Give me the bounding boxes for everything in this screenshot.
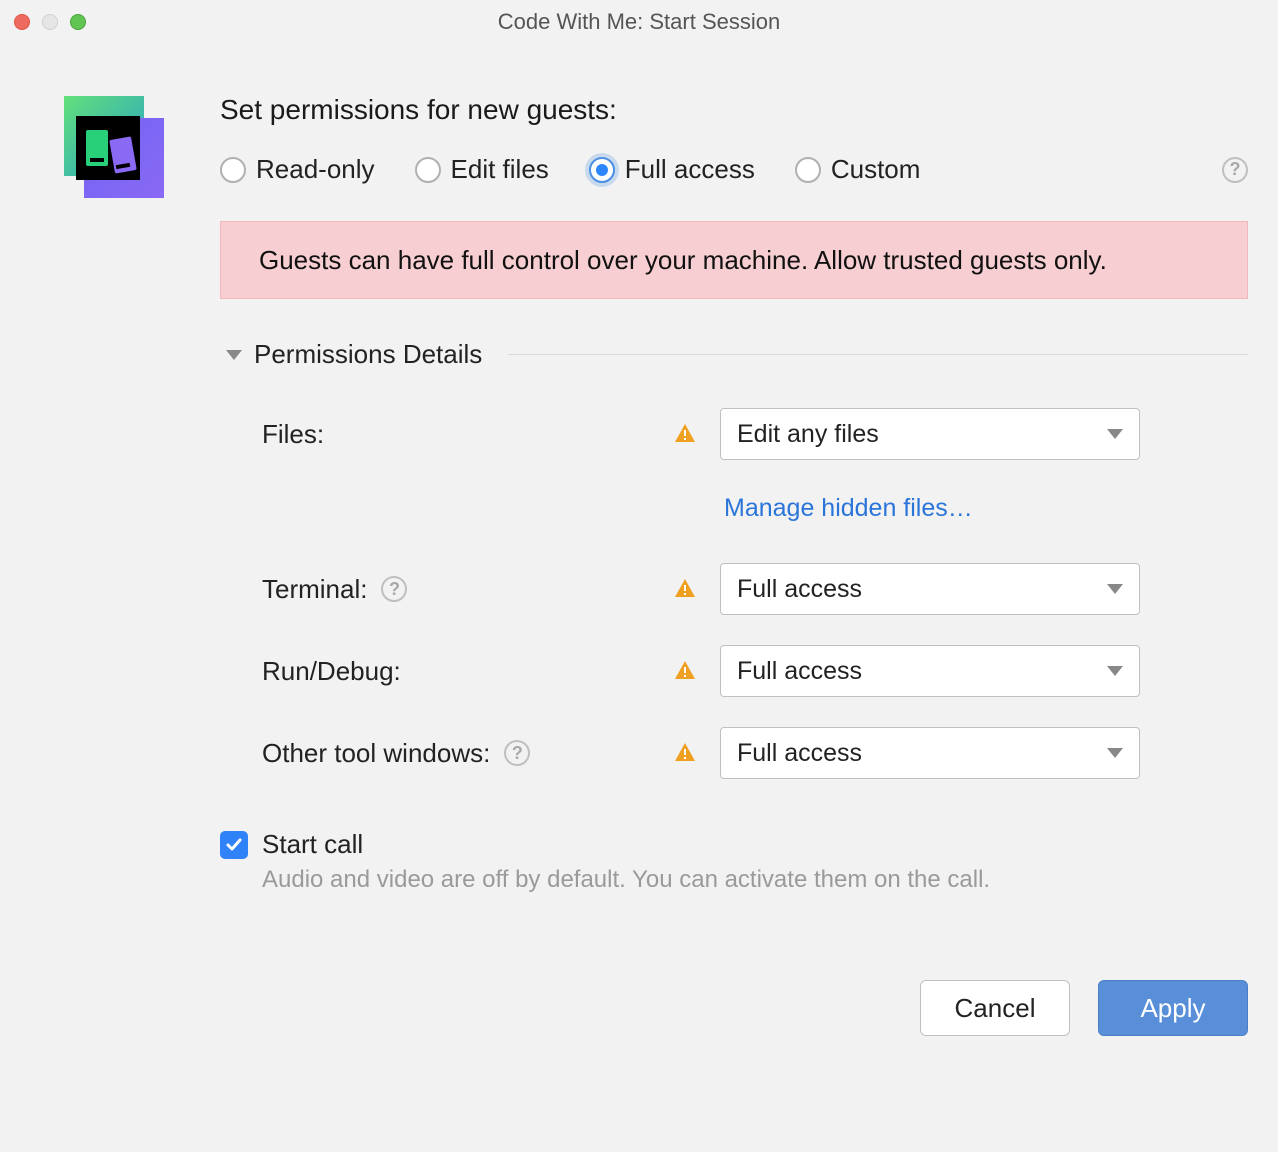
other-label-text: Other tool windows: (262, 738, 490, 769)
radio-icon (220, 157, 246, 183)
apply-button[interactable]: Apply (1098, 980, 1248, 1036)
chevron-down-icon (1107, 584, 1123, 594)
start-call-label: Start call (262, 829, 363, 860)
radio-icon (589, 157, 615, 183)
terminal-label: Terminal: ? (262, 574, 672, 605)
terminal-select[interactable]: Full access (720, 563, 1140, 615)
dialog-button-row: Cancel Apply (920, 980, 1248, 1036)
terminal-select-value: Full access (737, 575, 862, 604)
help-icon[interactable]: ? (504, 740, 530, 766)
radio-custom-label: Custom (831, 154, 921, 185)
radio-readonly-label: Read-only (256, 154, 375, 185)
radio-full-label: Full access (625, 154, 755, 185)
window-title: Code With Me: Start Session (0, 9, 1278, 35)
divider (508, 354, 1248, 355)
manage-hidden-files-link[interactable]: Manage hidden files… (724, 494, 973, 522)
radio-edit-files[interactable]: Edit files (415, 154, 549, 185)
code-with-me-icon (60, 94, 168, 202)
chevron-down-icon (1107, 429, 1123, 439)
titlebar: Code With Me: Start Session (0, 0, 1278, 44)
chevron-down-icon (226, 350, 242, 360)
rundebug-select-value: Full access (737, 657, 862, 686)
rundebug-select[interactable]: Full access (720, 645, 1140, 697)
radio-custom[interactable]: Custom (795, 154, 921, 185)
cancel-button[interactable]: Cancel (920, 980, 1070, 1036)
start-call-subtext: Audio and video are off by default. You … (220, 866, 1248, 894)
warning-icon (672, 577, 698, 601)
start-call-checkbox[interactable]: Start call (220, 829, 1248, 860)
permission-radio-group: Read-only Edit files Full access Custom … (220, 154, 1248, 185)
other-tool-windows-label: Other tool windows: ? (262, 738, 672, 769)
warning-icon (672, 422, 698, 446)
warning-icon (672, 741, 698, 765)
files-label: Files: (262, 419, 672, 450)
checkbox-checked-icon (220, 831, 248, 859)
radio-edit-label: Edit files (451, 154, 549, 185)
terminal-label-text: Terminal: (262, 574, 367, 605)
chevron-down-icon (1107, 748, 1123, 758)
radio-full-access[interactable]: Full access (589, 154, 755, 185)
chevron-down-icon (1107, 666, 1123, 676)
radio-icon (415, 157, 441, 183)
permissions-details-title: Permissions Details (254, 339, 482, 370)
help-icon[interactable]: ? (1222, 157, 1248, 183)
radio-readonly[interactable]: Read-only (220, 154, 375, 185)
permissions-details-header[interactable]: Permissions Details (220, 339, 1248, 370)
rundebug-label: Run/Debug: (262, 656, 672, 687)
files-select[interactable]: Edit any files (720, 408, 1140, 460)
warning-icon (672, 659, 698, 683)
other-select-value: Full access (737, 739, 862, 768)
radio-icon (795, 157, 821, 183)
files-select-value: Edit any files (737, 420, 879, 449)
permissions-heading: Set permissions for new guests: (220, 94, 1248, 126)
warning-banner: Guests can have full control over your m… (220, 221, 1248, 299)
help-icon[interactable]: ? (381, 576, 407, 602)
other-select[interactable]: Full access (720, 727, 1140, 779)
